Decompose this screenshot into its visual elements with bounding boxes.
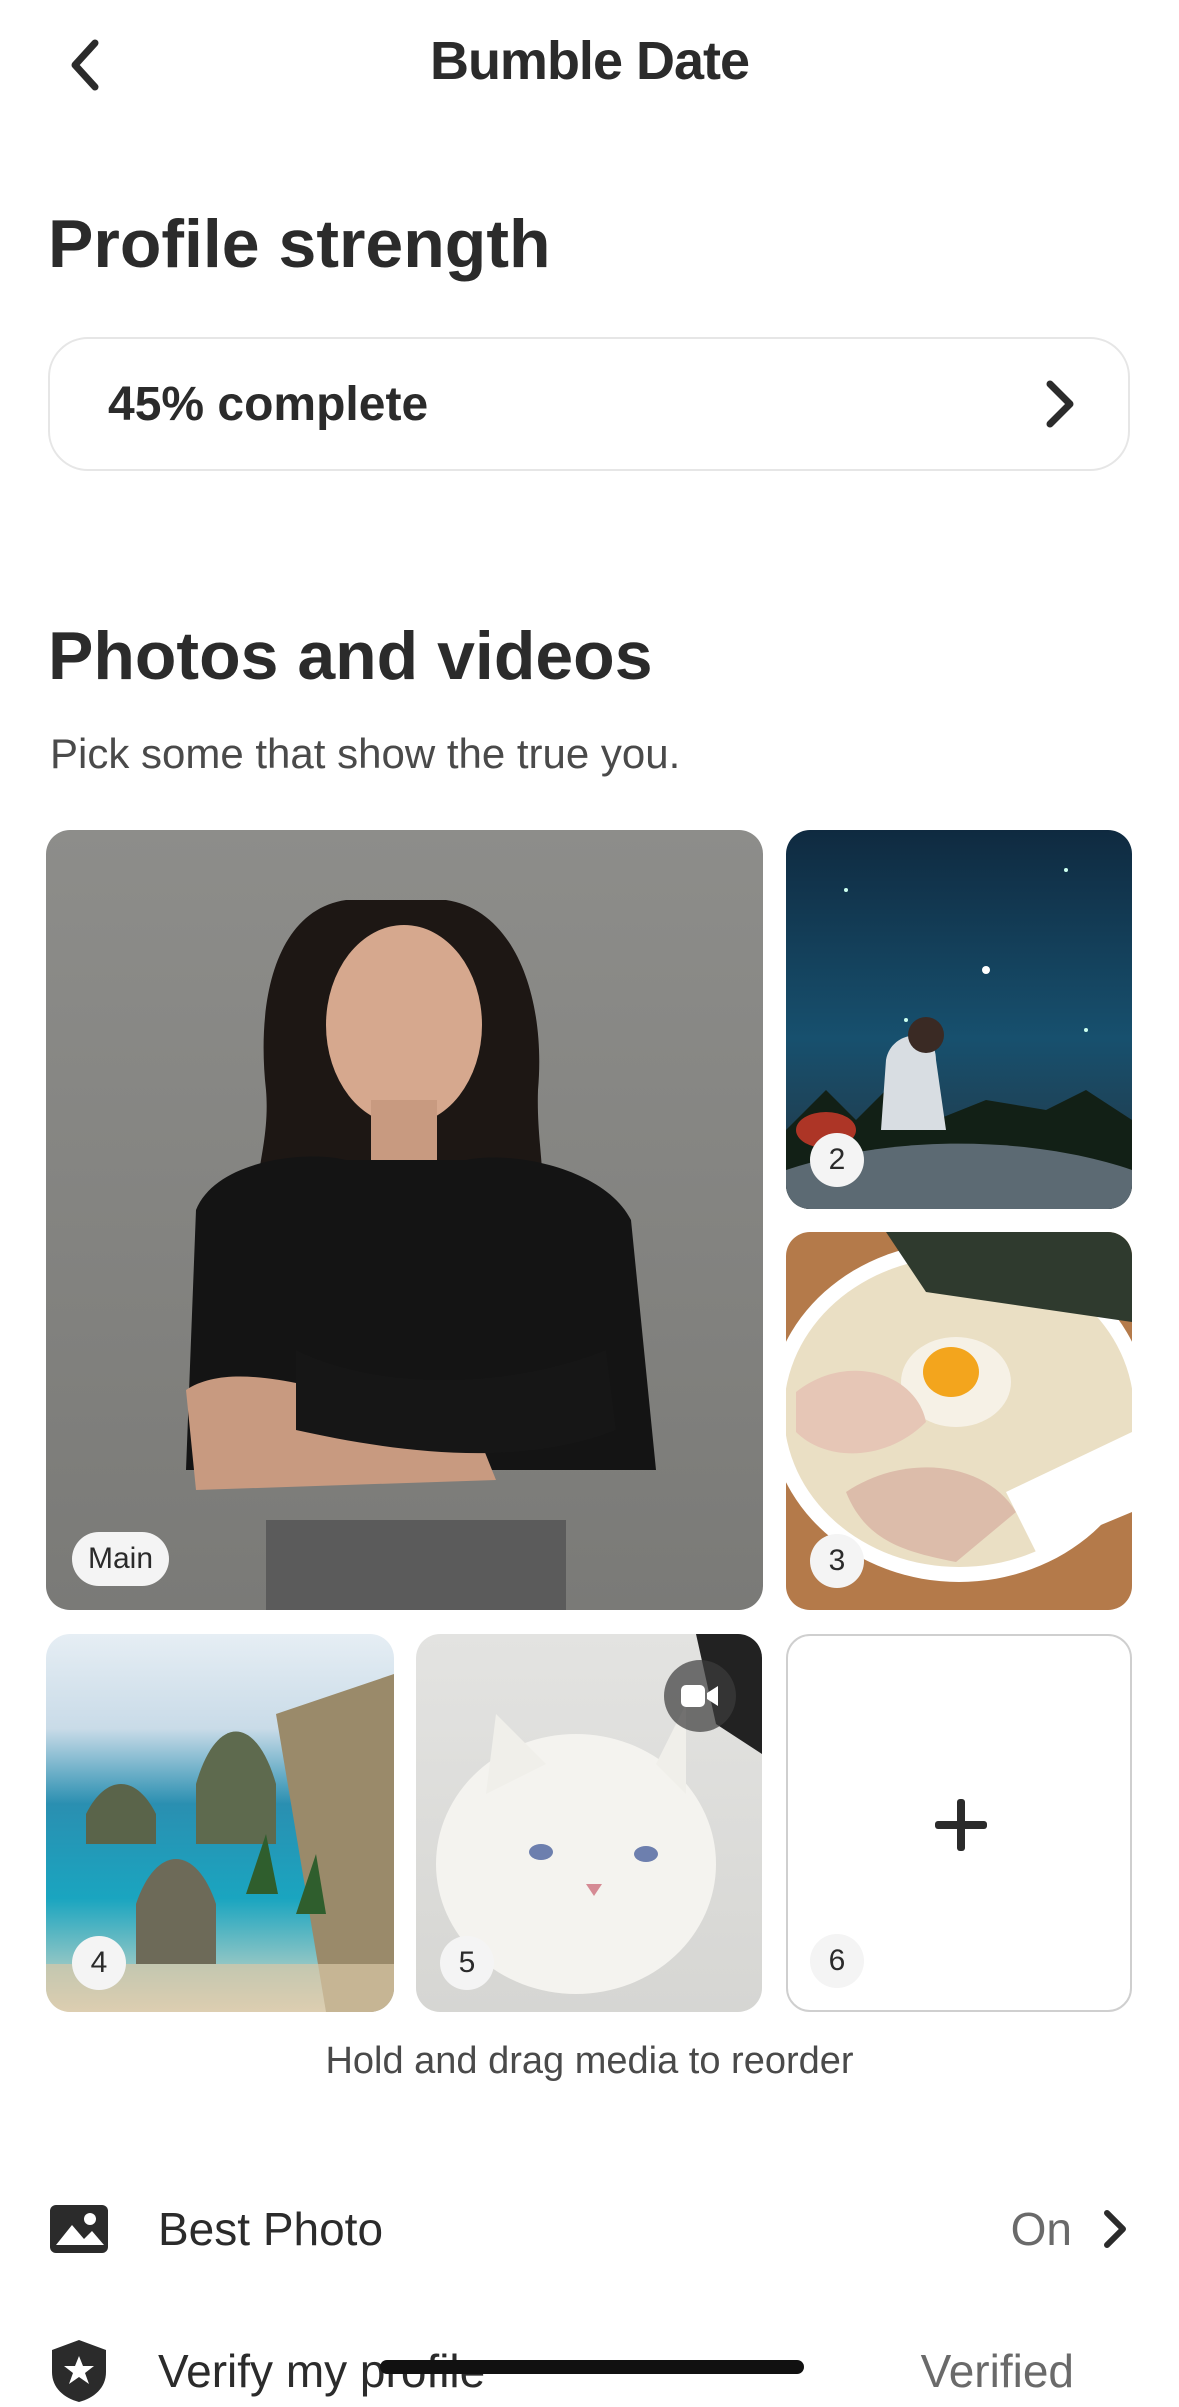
best-photo-label: Best Photo (158, 2203, 384, 2255)
plus-icon (935, 1799, 987, 1851)
home-indicator (380, 2360, 804, 2374)
profile-completion-label: 45% complete (108, 377, 429, 431)
chevron-right-icon (1046, 380, 1074, 428)
profile-strength-card[interactable]: 45% complete (48, 337, 1130, 471)
slot-3-badge: 3 (810, 1534, 864, 1588)
portrait-photo (186, 900, 656, 1610)
verified-badge-icon (52, 2340, 106, 2402)
add-media-slot[interactable]: 6 (786, 1634, 1132, 2012)
verify-profile-value: Verified (920, 2345, 1074, 2397)
media-subtitle: Pick some that show the true you. (50, 730, 681, 777)
slot-4-badge: 4 (72, 1936, 126, 1990)
reorder-hint: Hold and drag media to reorder (325, 2040, 854, 2082)
slot-2-badge: 2 (810, 1133, 864, 1187)
slot-5-badge: 5 (440, 1936, 494, 1990)
image-icon (50, 2205, 108, 2253)
best-photo-row[interactable]: Best Photo On (48, 2193, 1130, 2265)
media-slot-2[interactable]: 2 (786, 830, 1132, 1209)
best-photo-value: On (1010, 2203, 1072, 2255)
media-slot-4[interactable]: 4 (46, 1634, 394, 2012)
video-badge (664, 1660, 736, 1732)
media-heading: Photos and videos (48, 618, 653, 694)
main-badge: Main (72, 1532, 170, 1586)
video-camera-icon (681, 1685, 718, 1707)
chevron-right-icon (1104, 2210, 1126, 2248)
profile-strength-heading: Profile strength (48, 206, 551, 282)
media-slot-main[interactable]: Main (46, 830, 763, 1610)
app-title: Bumble Date (429, 31, 750, 91)
media-slot-5[interactable]: 5 (416, 1634, 762, 2012)
media-slot-3[interactable]: 3 (786, 1232, 1132, 1610)
slot-6-badge: 6 (810, 1934, 864, 1988)
